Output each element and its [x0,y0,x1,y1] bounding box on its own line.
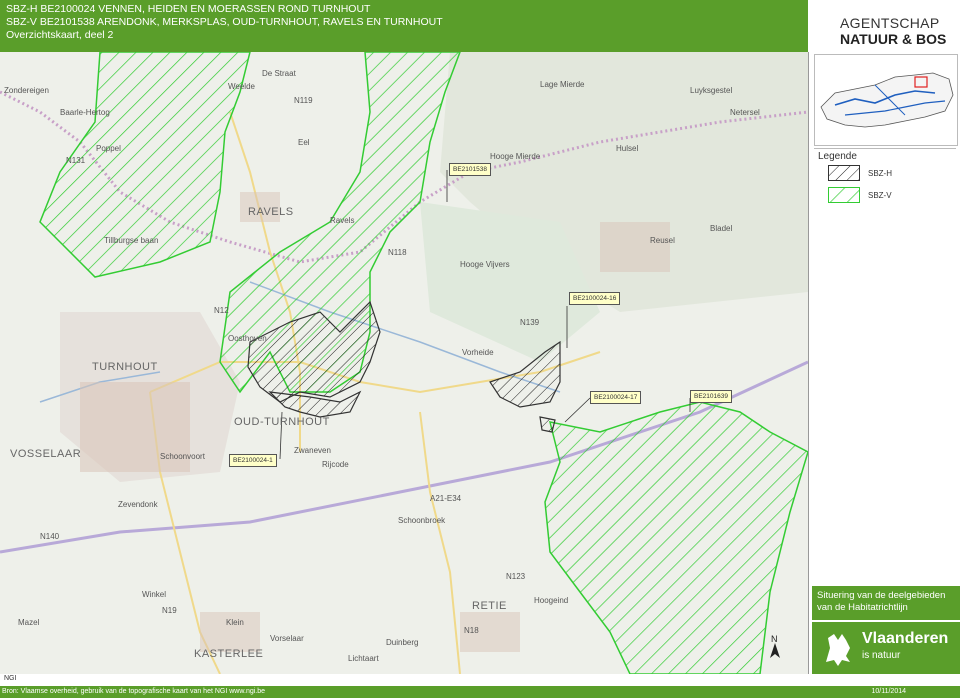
callout-be2100024-16: BE2100024-16 [569,292,621,305]
callout-be2101538: BE2101538 [449,163,491,176]
sbzv-swatch [828,187,860,203]
agency-line-2: NATUUR & BOS [840,31,947,47]
legend-panel: Legende SBZ-H SBZ-V [814,148,956,581]
location-inset-map [814,54,958,146]
road-label: N19 [162,606,177,615]
flanders-outline [820,72,954,128]
legend-item-sbzv: SBZ-V [868,191,892,200]
place-label: VOSSELAAR [10,448,82,460]
north-label: N [771,634,778,644]
agency-line-1: AGENTSCHAP [840,15,940,31]
title-line-3: Overzichtskaart, deel 2 [6,29,114,41]
place-label: Oosthoven [228,334,267,343]
situering-caption: Situering van de deelgebieden van de Hab… [812,586,960,620]
road-label: N118 [388,248,407,257]
place-label: Ravels [330,216,355,225]
place-label: Weelde [228,82,255,91]
place-label: Tillburgse baan [104,236,159,245]
lion-icon [826,634,850,666]
place-label: Schoonbroek [398,516,446,525]
place-label: Winkel [142,590,167,599]
place-label: Rijcode [322,460,349,469]
place-label: Zondereigen [4,86,49,95]
place-label: Hooge Mierde [490,152,541,161]
vlaanderen-name: Vlaanderen [862,630,949,647]
place-label: Duinberg [386,638,419,647]
legend-item-sbzh: SBZ-H [868,169,892,178]
title-line-2: SBZ-V BE2101538 ARENDONK, MERKSPLAS, OUD… [6,16,443,28]
callout-be2100024-1: BE2100024-1 [229,454,277,467]
place-label: Netersel [730,108,760,117]
vlaanderen-tagline: is natuur [862,650,901,661]
place-label: Hooge Vijvers [460,260,510,269]
place-label: Mazel [18,618,40,627]
place-label: Hulsel [616,144,639,153]
ngi-logo: NGI [4,675,17,682]
place-label: TURNHOUT [92,361,158,373]
agency-logo: AGENTSCHAP NATUUR & BOS [812,0,960,52]
place-label: Vorselaar [270,634,304,643]
footer-bar: Bron: Vlaamse overheid, gebruik van de t… [0,686,960,698]
place-label: Schoonvoort [160,452,205,461]
place-label: Bladel [710,224,733,233]
map-canvas[interactable]: BE2101538 BE2100024-16 BE2100024-17 BE21… [0,52,809,674]
road-label: N119 [294,96,313,105]
place-label: OUD-TURNHOUT [234,416,330,428]
title-line-1: SBZ-H BE2100024 VENNEN, HEIDEN EN MOERAS… [6,3,371,15]
place-label: Vorheide [462,348,494,357]
map-date: 10/11/2014 [871,688,906,695]
callout-be2100024-17: BE2100024-17 [590,391,642,404]
place-label: Lichtaart [348,654,379,663]
source-text: Bron: Vlaamse overheid, gebruik van de t… [2,688,266,695]
place-label: KASTERLEE [194,648,264,660]
place-label: RAVELS [248,206,294,218]
road-label: N139 [520,318,540,327]
place-label: Zwaneven [294,446,331,455]
place-label: RETIE [472,600,507,612]
road-label: N140 [40,532,60,541]
place-label: Luyksgestel [690,86,733,95]
place-label: Eel [298,138,310,147]
map-header: SBZ-H BE2100024 VENNEN, HEIDEN EN MOERAS… [0,0,808,52]
place-label: De Straat [262,69,296,78]
place-label: Baarle-Hertog [60,108,110,117]
side-panel: Legende SBZ-H SBZ-V Situering van de dee… [812,52,960,674]
place-label: Lage Mierde [540,80,585,89]
road-label: N123 [506,572,526,581]
legend-title: Legende [818,151,857,162]
place-label: Zevendonk [118,500,158,509]
road-label: N18 [464,626,479,635]
road-label: A21-E34 [430,494,462,503]
place-label: Reusel [650,236,675,245]
place-label: Klein [226,618,244,627]
vlaanderen-logo: Vlaanderen is natuur [812,622,960,674]
callout-be2101639: BE2101639 [690,390,732,403]
place-label: Poppel [96,144,121,153]
sbzh-swatch [828,165,860,181]
place-label: Hoogeind [534,596,569,605]
sbzh-area-4 [539,416,556,433]
road-label: N12 [214,306,229,315]
road-label: N131 [66,156,86,165]
